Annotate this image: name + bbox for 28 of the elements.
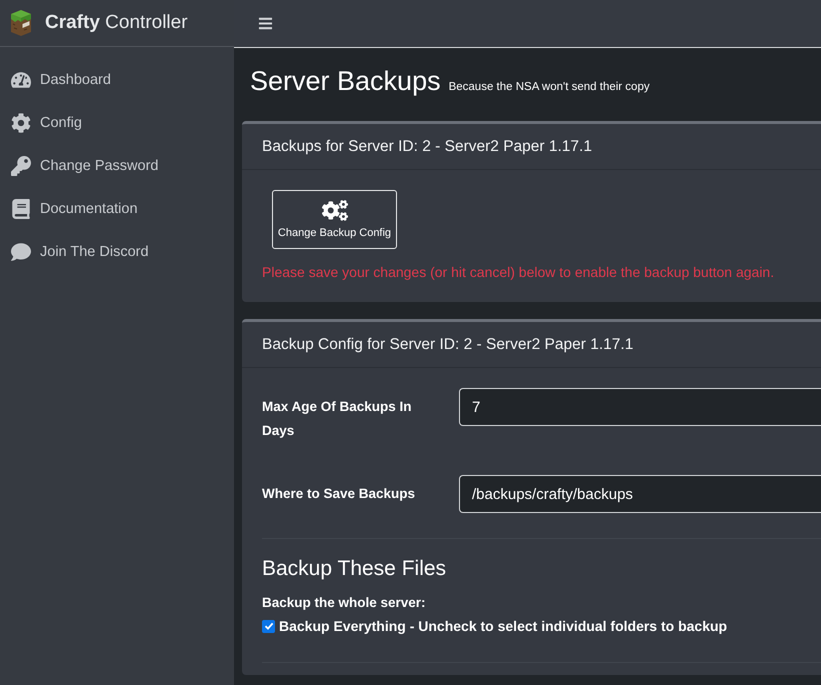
key-icon	[11, 156, 31, 176]
menu-icon[interactable]	[258, 16, 273, 31]
gears-icon	[322, 200, 348, 221]
speech-bubble-icon	[11, 242, 31, 262]
sidebar-item[interactable]: Dashboard	[0, 58, 234, 101]
page-title: Server Backups	[250, 66, 441, 97]
checkbox[interactable]	[262, 620, 275, 632]
sidebar-item[interactable]: Change Password	[0, 144, 234, 187]
field-label: Max Age Of Backups In Days	[262, 398, 413, 440]
warning-message: Please save your changes (or hit cancel) below to enable the backup button again.	[262, 264, 774, 280]
checkbox-label: Backup Everything - Uncheck to select individual folders to backup	[279, 618, 728, 634]
section-title: Backup These Files	[262, 557, 446, 581]
settings-icon	[11, 112, 31, 132]
app-brand-title: Crafty Controller	[45, 12, 188, 34]
sidebar-item[interactable]: Join The Discord	[0, 230, 234, 273]
group-label: Backup the whole server:	[262, 595, 426, 610]
grass-block-logo-icon	[10, 9, 32, 37]
sidebar-item[interactable]: Config	[0, 101, 234, 144]
page-subtitle: Because the NSA won't send their copy	[448, 81, 650, 93]
sidebar-item[interactable]: Documentation	[0, 187, 234, 230]
dashboard-gauge-icon	[11, 70, 31, 90]
book-icon	[11, 198, 31, 218]
change-backup-config-button[interactable]: Change Backup Config	[272, 190, 397, 249]
input-field[interactable]: 7	[459, 388, 821, 426]
card-header: Backup Config for Server ID: 2 - Server2 Paper 1.17.1	[242, 322, 821, 368]
field-label: Where to Save Backups	[262, 485, 416, 503]
input-field[interactable]: /backups/crafty/backups	[459, 475, 821, 513]
card-header: Backups for Server ID: 2 - Server2 Paper 1.17.1	[242, 124, 821, 170]
